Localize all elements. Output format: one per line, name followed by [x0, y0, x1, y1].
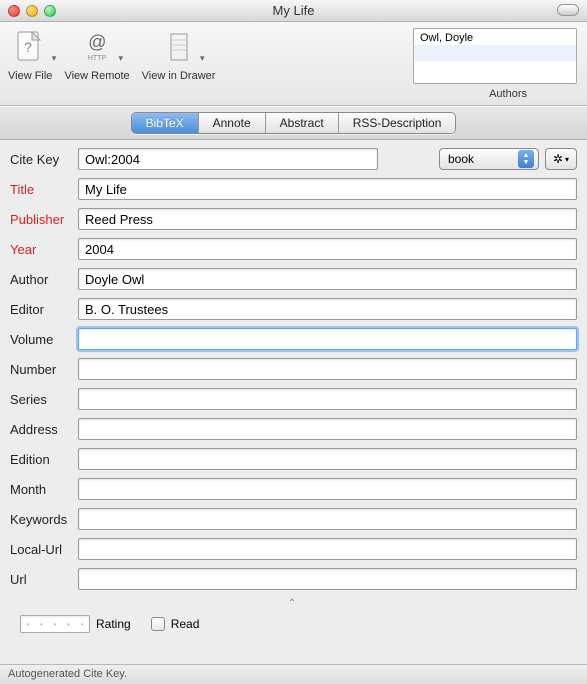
- toolbar-toggle-pill[interactable]: [557, 4, 579, 16]
- tabs-segmented: BibTeX Annote Abstract RSS-Description: [131, 112, 457, 134]
- split-grabber[interactable]: ⌃: [10, 598, 577, 609]
- address-input[interactable]: [78, 418, 577, 440]
- minimize-window-button[interactable]: [26, 5, 38, 17]
- series-input[interactable]: [78, 388, 577, 410]
- toolbar: ? ▾ View File @ HTTP ▾ View Remote ▾ View…: [0, 22, 587, 106]
- view-remote-button[interactable]: @HTTP ▾ View Remote: [64, 26, 129, 82]
- view-file-button[interactable]: ? ▾ View File: [8, 26, 52, 82]
- title-label: Title: [10, 182, 78, 197]
- bottom-bar: ••••• Rating Read: [10, 609, 577, 639]
- file-icon: ? ▾: [8, 26, 52, 68]
- view-file-label: View File: [8, 70, 52, 82]
- updown-arrows-icon: ▲▼: [518, 150, 534, 168]
- read-label: Read: [171, 617, 200, 631]
- localurl-label: Local-Url: [10, 542, 78, 557]
- authors-list-item[interactable]: Owl, Doyle: [414, 29, 576, 45]
- author-label: Author: [10, 272, 78, 287]
- url-label: Url: [10, 572, 78, 587]
- publisher-label: Publisher: [10, 212, 78, 227]
- rating-control[interactable]: •••••: [20, 615, 90, 633]
- rating-label: Rating: [96, 617, 131, 631]
- month-input[interactable]: [78, 478, 577, 500]
- url-input[interactable]: [78, 568, 577, 590]
- title-input[interactable]: [78, 178, 577, 200]
- volume-label: Volume: [10, 332, 78, 347]
- window-title: My Life: [0, 3, 587, 18]
- titlebar: My Life: [0, 0, 587, 22]
- entry-type-value: book: [448, 152, 474, 166]
- read-checkbox[interactable]: [151, 617, 165, 631]
- chevron-down-icon: ▾: [565, 155, 569, 164]
- authors-caption: Authors: [489, 88, 527, 100]
- status-bar: Autogenerated Cite Key.: [0, 664, 587, 684]
- series-label: Series: [10, 392, 78, 407]
- tab-rss-description[interactable]: RSS-Description: [339, 113, 456, 133]
- keywords-label: Keywords: [10, 512, 78, 527]
- address-label: Address: [10, 422, 78, 437]
- authors-list-item: [414, 45, 576, 61]
- authors-list-item: [414, 61, 576, 77]
- volume-input[interactable]: [78, 328, 577, 350]
- action-menu-button[interactable]: ✲▾: [545, 148, 577, 170]
- localurl-input[interactable]: [78, 538, 577, 560]
- month-label: Month: [10, 482, 78, 497]
- svg-text:?: ?: [24, 39, 32, 55]
- close-window-button[interactable]: [8, 5, 20, 17]
- tab-abstract[interactable]: Abstract: [266, 113, 339, 133]
- tab-bibtex[interactable]: BibTeX: [132, 113, 199, 133]
- gear-icon: ✲: [553, 152, 563, 166]
- citekey-label: Cite Key: [10, 152, 78, 167]
- zoom-window-button[interactable]: [44, 5, 56, 17]
- keywords-input[interactable]: [78, 508, 577, 530]
- tab-annote[interactable]: Annote: [199, 113, 266, 133]
- number-input[interactable]: [78, 358, 577, 380]
- window-controls: [8, 5, 56, 17]
- authors-list[interactable]: Owl, Doyle: [413, 28, 577, 84]
- status-text: Autogenerated Cite Key.: [8, 668, 127, 680]
- editor-input[interactable]: [78, 298, 577, 320]
- year-label: Year: [10, 242, 78, 257]
- drawer-icon: ▾: [157, 26, 201, 68]
- publisher-input[interactable]: [78, 208, 577, 230]
- entry-type-select[interactable]: book ▲▼: [439, 148, 539, 170]
- view-remote-label: View Remote: [64, 70, 129, 82]
- tabs-strip: BibTeX Annote Abstract RSS-Description: [0, 106, 587, 140]
- view-in-drawer-label: View in Drawer: [142, 70, 216, 82]
- author-input[interactable]: [78, 268, 577, 290]
- view-in-drawer-button[interactable]: ▾ View in Drawer: [142, 26, 216, 82]
- year-input[interactable]: [78, 238, 577, 260]
- edition-label: Edition: [10, 452, 78, 467]
- form-area: Cite Key book ▲▼ ✲▾ Title Publisher Year…: [0, 140, 587, 643]
- number-label: Number: [10, 362, 78, 377]
- citekey-input[interactable]: [78, 148, 378, 170]
- svg-text:HTTP: HTTP: [88, 55, 107, 62]
- edition-input[interactable]: [78, 448, 577, 470]
- svg-text:@: @: [88, 32, 106, 52]
- at-http-icon: @HTTP ▾: [75, 26, 119, 68]
- editor-label: Editor: [10, 302, 78, 317]
